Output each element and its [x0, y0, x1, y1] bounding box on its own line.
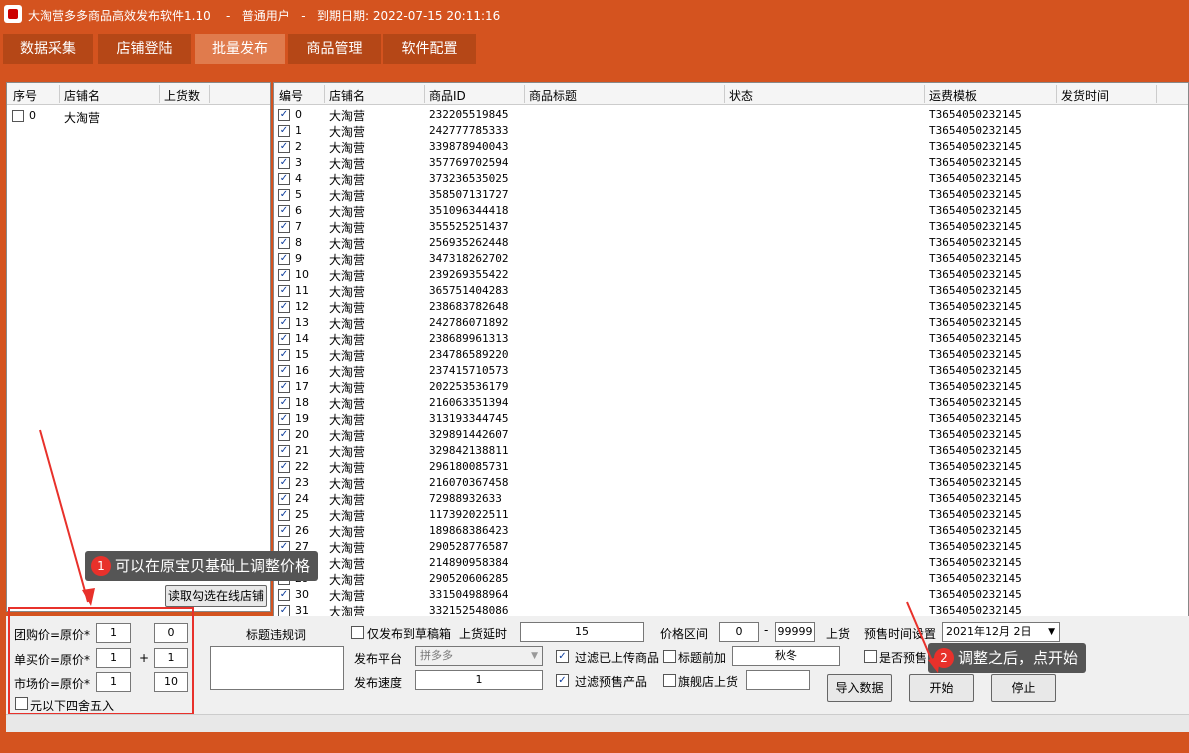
status-bar [6, 714, 1189, 732]
annotation-2-arrowhead [928, 656, 940, 673]
annotation-arrows [39, 429, 940, 673]
annotation-1-arrowhead [82, 588, 95, 606]
annotation-2-arrow [906, 601, 936, 669]
annotation-1-arrow [39, 429, 89, 603]
